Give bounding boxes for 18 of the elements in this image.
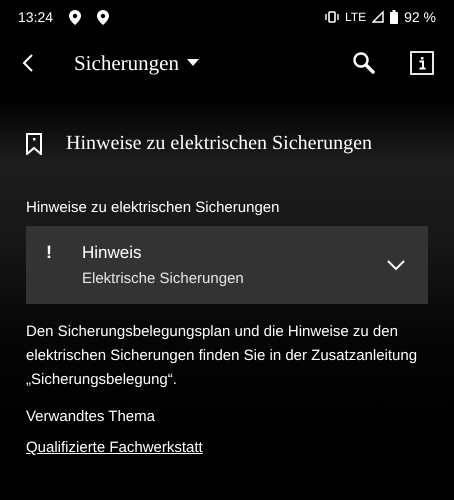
- section-label: Hinweise zu elektrischen Sicherungen: [26, 199, 280, 216]
- dropdown-caret-icon[interactable]: [186, 59, 199, 67]
- notice-card[interactable]: ! Hinweis Elektrische Sicherungen: [26, 226, 428, 304]
- workshop-link[interactable]: Qualifizierte Fachwerkstatt: [26, 439, 203, 456]
- location-pin-icon: [97, 10, 110, 24]
- related-topic-label: Verwandtes Thema: [26, 408, 156, 425]
- vibrate-icon: [324, 11, 339, 23]
- network-type: LTE: [344, 10, 366, 24]
- location-pin-icon: [69, 10, 82, 24]
- bookmark-icon[interactable]: [26, 132, 42, 154]
- title-dropdown[interactable]: Sicherungen: [74, 50, 199, 76]
- page-heading: Hinweise zu elektrischen Sicherungen: [66, 132, 372, 155]
- battery-icon: [390, 10, 398, 24]
- signal-icon: [372, 11, 384, 23]
- chevron-down-icon[interactable]: [386, 259, 406, 271]
- clock-time: 13:24: [18, 9, 54, 25]
- body-paragraph: Den Sicherungsbelegungsplan und die Hinweise zu den elektrischen Sicherungen finden Sie in der Zusatzanleitung „Sicherungsbelegung“.: [26, 322, 418, 390]
- battery-percentage: 92 %: [404, 9, 436, 25]
